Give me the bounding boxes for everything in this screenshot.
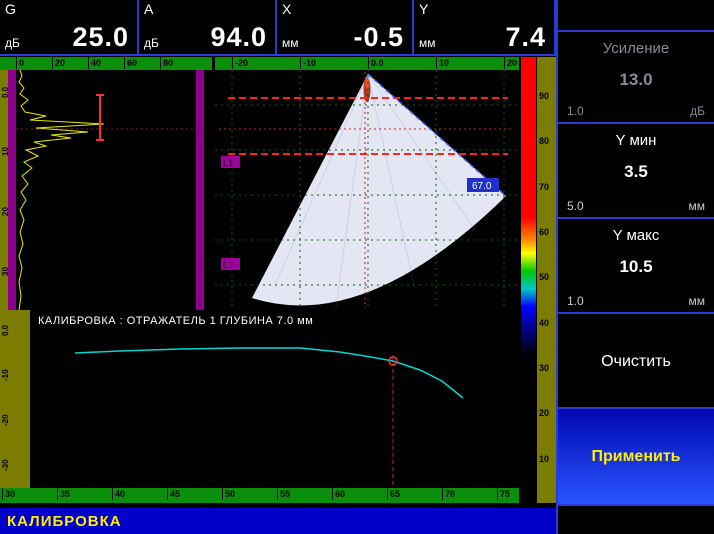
param-unit: дБ [690,104,705,118]
measurement-unit: дБ [5,36,20,50]
ascan-signal-trace [19,70,104,310]
measurement-unit: дБ [144,36,159,50]
ruler-tick: 40 [539,318,549,328]
param-y-min[interactable]: Y мин 3.5 5.0 мм [558,122,714,219]
ruler-tick: 20 [52,57,65,69]
ruler-tick: 70 [442,488,455,500]
measurement-label: Y [419,1,428,17]
measurement-box-x: X мм -0.5 [277,0,414,54]
param-unit: мм [689,294,706,308]
ascan-gate-bar-left [8,70,16,310]
ruler-tick: 70 [539,182,549,192]
ruler-tick: 30 [2,488,15,500]
param-gain[interactable]: Усиление 13.0 1.0 дБ [558,30,714,124]
measurement-label: X [282,1,291,17]
ruler-tick: 35 [57,488,70,500]
ruler-tick: -30 [1,459,10,471]
ascan-plot [16,70,196,310]
param-step: 5.0 [567,199,584,213]
measurement-label: A [144,1,153,17]
measurement-box-a: A дБ 94.0 [139,0,277,54]
beam-angle-label: 67.0 [472,181,492,192]
param-value: 10.5 [558,257,714,277]
measurement-unit: мм [419,36,436,50]
param-label: Y макс [558,227,714,244]
gate-l2-label: L2 [223,260,233,270]
ruler-tick: 40 [112,488,125,500]
clear-button[interactable]: Очистить [558,312,714,409]
ruler-tick: 60 [124,57,137,69]
calibration-curve [75,348,463,398]
calibration-title: КАЛИБРОВКА : ОТРАЖАТЕЛЬ 1 ГЛУБИНА 7.0 мм [38,315,313,327]
ruler-tick: 45 [167,488,180,500]
param-y-max[interactable]: Y макс 10.5 1.0 мм [558,217,714,314]
ruler-tick: 80 [160,57,173,69]
amplitude-color-scale [521,57,536,503]
measurement-value: 25.0 [72,22,129,53]
ruler-tick: -10 [1,369,10,381]
ruler-tick: 50 [539,272,549,282]
sector-svg: 67.0 L1 L2 [215,70,519,310]
param-step: 1.0 [567,294,584,308]
header-divider [0,54,556,56]
sector-scan-plot: 67.0 L1 L2 [215,70,519,310]
ruler-tick: 60 [332,488,345,500]
ruler-tick: 10 [539,454,549,464]
sector-top-ruler: -20 -10 0.0 10 20 [215,57,519,70]
ruler-tick: 55 [277,488,290,500]
ruler-tick: -10 [300,57,316,69]
ruler-tick: 10 [436,57,449,69]
param-label: Усиление [558,40,714,57]
ruler-tick: 90 [539,91,549,101]
ruler-tick: 30 [539,363,549,373]
calibration-left-ruler: 0.0 -10 -20 -30 [0,310,30,488]
measurement-label: G [5,1,16,17]
measurement-value: 94.0 [210,22,267,53]
ascan-svg [16,70,196,310]
calibration-plot: КАЛИБРОВКА : ОТРАЖАТЕЛЬ 1 ГЛУБИНА 7.0 мм [30,310,519,488]
ruler-tick: 0 [16,57,24,69]
ascan-gate-bar-right [196,70,204,310]
calibration-svg [30,310,519,488]
param-step: 1.0 [567,104,584,118]
ascan-top-ruler: 0 20 40 60 80 [0,57,212,70]
ruler-tick: -20 [1,414,10,426]
param-label: Y мин [558,132,714,149]
status-mode-label: КАЛИБРОВКА [7,513,122,530]
ruler-tick: 80 [539,136,549,146]
measurement-value: 7.4 [505,22,546,53]
flaw-detector-screen: G дБ 25.0 A дБ 94.0 X мм -0.5 Y мм 7.4 6… [0,0,714,534]
measurement-box-g: G дБ 25.0 [0,0,139,54]
measurement-box-y: Y мм 7.4 [414,0,556,54]
ruler-tick: 20 [504,57,517,69]
ruler-tick: 40 [88,57,101,69]
ruler-tick: 65 [387,488,400,500]
param-unit: мм [689,199,706,213]
ruler-tick: 75 [497,488,510,500]
amplitude-right-ruler: 90 80 70 60 50 40 30 20 10 [537,57,556,503]
apply-button[interactable]: Применить [558,407,714,506]
param-value: 13.0 [558,70,714,90]
calibration-bottom-ruler: 30 35 40 45 50 55 60 65 70 75 [0,488,519,503]
ruler-tick: 20 [539,408,549,418]
ruler-tick: 0.0 [1,325,10,336]
ruler-tick: 50 [222,488,235,500]
status-bar: КАЛИБРОВКА [0,508,556,534]
ruler-tick: -20 [232,57,248,69]
measurement-value: -0.5 [353,22,404,53]
ruler-tick: 0.0 [368,57,384,69]
sidebar-menu: Усиление 13.0 1.0 дБ Y мин 3.5 5.0 мм Y … [556,0,714,534]
gate-l1-label: L1 [223,158,233,168]
ruler-tick: 60 [539,227,549,237]
measurement-unit: мм [282,36,299,50]
param-value: 3.5 [558,162,714,182]
